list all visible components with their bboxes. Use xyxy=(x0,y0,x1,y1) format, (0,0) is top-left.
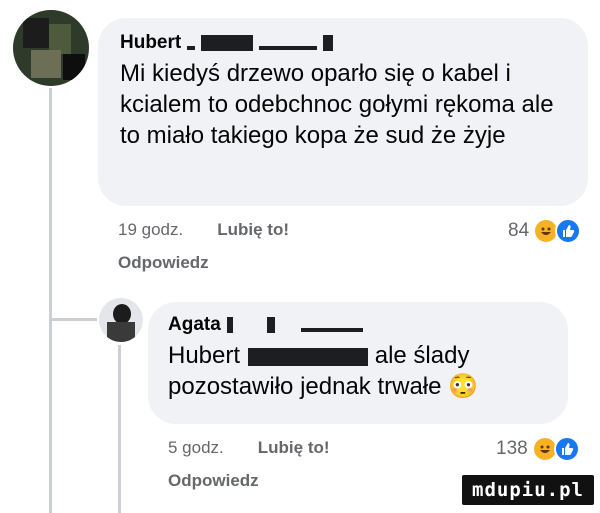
reaction-summary[interactable]: 84 xyxy=(508,218,582,244)
censor-bar xyxy=(300,328,363,332)
like-icon xyxy=(553,436,580,462)
comment-time[interactable]: 19 godz. xyxy=(118,220,183,240)
reaction-count: 138 xyxy=(496,438,528,459)
avatar-agata[interactable] xyxy=(99,298,143,342)
comment-bubble: Hubert Mi kiedyś drzewo oparło się o kab… xyxy=(98,18,588,206)
comment-text: Mi kiedyś drzewo oparło się o kabel i kc… xyxy=(120,60,554,149)
comment-meta: 19 godz. Lubię to! xyxy=(118,220,289,240)
like-button[interactable]: Lubię to! xyxy=(217,220,289,240)
reply-button[interactable]: Odpowiedz xyxy=(168,471,259,491)
reaction-count: 84 xyxy=(508,220,530,241)
censor-bar xyxy=(266,317,275,333)
censor-bar xyxy=(248,347,369,366)
comment-author[interactable]: Hubert xyxy=(120,32,566,54)
reaction-summary[interactable]: 138 xyxy=(496,436,580,462)
thread-line-reply xyxy=(118,345,121,513)
flushed-face-icon: 😳 xyxy=(448,373,479,400)
censor-bar xyxy=(259,46,318,50)
mention-link[interactable]: Hubert xyxy=(168,342,240,369)
comment-author[interactable]: Agata xyxy=(168,314,548,336)
censor-bar xyxy=(323,35,334,51)
like-icon xyxy=(555,218,582,244)
comment-meta: 5 godz. Lubię to! xyxy=(168,438,330,458)
like-button[interactable]: Lubię to! xyxy=(258,438,330,458)
reply-bubble: Agata Hubert ale ślady pozostawiło jedna… xyxy=(148,302,568,424)
censor-bar xyxy=(201,35,254,51)
censor-bar xyxy=(187,46,196,50)
avatar-hubert[interactable] xyxy=(13,10,89,86)
watermark: mdupiu.pl xyxy=(462,475,594,505)
censor-bar xyxy=(226,317,233,333)
reply-button[interactable]: Odpowiedz xyxy=(118,253,209,273)
thread-line-branch xyxy=(49,318,97,321)
thread-line-main xyxy=(49,88,52,513)
comment-text: Hubert ale ślady pozostawiło jednak trwa… xyxy=(168,342,479,400)
comment-time[interactable]: 5 godz. xyxy=(168,438,224,458)
